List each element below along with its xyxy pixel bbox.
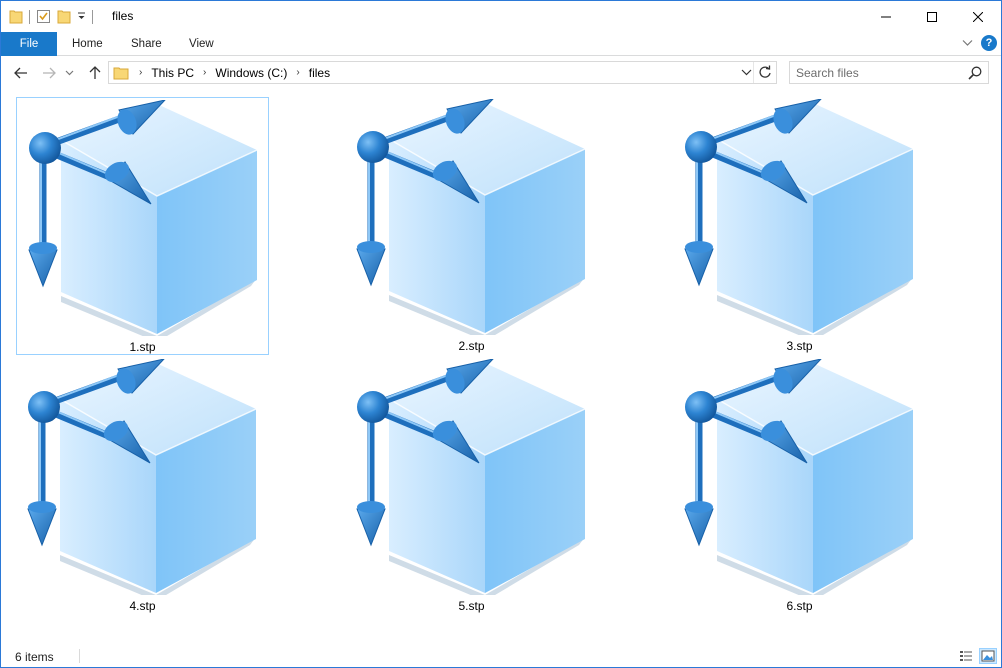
file-name: 5.stp	[458, 599, 485, 613]
view-switcher	[957, 648, 997, 664]
forward-button[interactable]	[39, 64, 59, 82]
status-divider	[79, 649, 80, 663]
breadcrumb-files[interactable]: files	[309, 66, 330, 80]
file-item[interactable]: 3.stp	[673, 97, 926, 355]
stp-cube-icon	[349, 359, 589, 595]
search-input[interactable]: Search files	[796, 66, 859, 80]
close-button[interactable]	[955, 1, 1001, 32]
breadcrumb: › This PC › Windows (C:) › files	[139, 62, 330, 83]
customize-toolbar-dropdown-icon[interactable]	[77, 11, 86, 23]
chevron-right-icon[interactable]: ›	[203, 67, 206, 78]
tab-view[interactable]: View	[189, 32, 214, 56]
chevron-down-icon	[65, 70, 73, 76]
recent-locations-button[interactable]	[63, 64, 75, 82]
file-name: 2.stp	[458, 339, 485, 353]
file-view[interactable]: 1.stp 2.stp 3.stp 4.stp 5.stp 6.stp	[1, 91, 1001, 644]
folder-icon[interactable]	[9, 8, 23, 27]
window-controls	[863, 1, 1001, 32]
search-icon[interactable]	[968, 66, 982, 83]
tab-home[interactable]: Home	[72, 32, 103, 56]
file-name: 1.stp	[129, 340, 156, 354]
ribbon-controls: ?	[962, 35, 997, 51]
explorer-window: files File Home Share View ? › This PC ›…	[0, 0, 1002, 668]
details-view-icon	[960, 651, 972, 661]
breadcrumb-this-pc[interactable]: This PC	[151, 66, 194, 80]
toolbar-divider	[29, 10, 30, 24]
details-view-button[interactable]	[957, 648, 975, 664]
search-box[interactable]: Search files	[789, 61, 989, 84]
address-history-dropdown[interactable]	[741, 65, 752, 82]
stp-cube-icon	[677, 99, 917, 335]
large-icons-view-button[interactable]	[979, 648, 997, 664]
stp-cube-icon	[21, 100, 261, 336]
refresh-button[interactable]	[758, 65, 772, 82]
back-arrow-icon	[14, 67, 27, 79]
ribbon-tabs: File Home Share View ?	[1, 32, 1001, 56]
file-name: 3.stp	[786, 339, 813, 353]
window-title: files	[112, 9, 134, 23]
address-bar[interactable]: › This PC › Windows (C:) › files	[108, 61, 777, 84]
chevron-down-icon	[741, 69, 752, 76]
item-count: 6 items	[15, 650, 54, 664]
up-button[interactable]	[85, 64, 105, 82]
folder-icon	[113, 64, 129, 83]
up-arrow-icon	[89, 66, 101, 79]
maximize-icon	[927, 11, 937, 22]
help-icon[interactable]: ?	[981, 35, 997, 51]
stp-cube-icon	[349, 99, 589, 335]
title-bar: files	[1, 1, 1001, 32]
status-bar: 6 items	[1, 645, 1001, 667]
close-icon	[973, 11, 983, 22]
file-item[interactable]: 4.stp	[16, 357, 269, 615]
address-divider	[753, 62, 754, 83]
breadcrumb-windows-c[interactable]: Windows (C:)	[215, 66, 287, 80]
back-button[interactable]	[11, 64, 31, 82]
refresh-icon	[759, 65, 771, 78]
file-name: 6.stp	[786, 599, 813, 613]
tab-share[interactable]: Share	[131, 32, 162, 56]
file-item[interactable]: 1.stp	[16, 97, 269, 355]
stp-cube-icon	[20, 359, 260, 595]
chevron-right-icon[interactable]: ›	[296, 67, 299, 78]
new-folder-icon[interactable]	[57, 8, 71, 27]
toolbar-divider	[92, 10, 93, 24]
properties-icon[interactable]	[36, 8, 51, 27]
maximize-button[interactable]	[909, 1, 955, 32]
minimize-icon	[881, 16, 891, 17]
chevron-right-icon[interactable]: ›	[139, 67, 142, 78]
tab-file[interactable]: File	[1, 32, 57, 56]
large-icons-view-icon	[981, 650, 995, 662]
expand-ribbon-icon[interactable]	[962, 36, 973, 50]
file-item[interactable]: 6.stp	[673, 357, 926, 615]
file-item[interactable]: 5.stp	[345, 357, 598, 615]
minimize-button[interactable]	[863, 1, 909, 32]
stp-cube-icon	[677, 359, 917, 595]
quick-access-toolbar	[9, 7, 93, 27]
file-item[interactable]: 2.stp	[345, 97, 598, 355]
file-name: 4.stp	[129, 599, 156, 613]
forward-arrow-icon	[43, 67, 56, 79]
